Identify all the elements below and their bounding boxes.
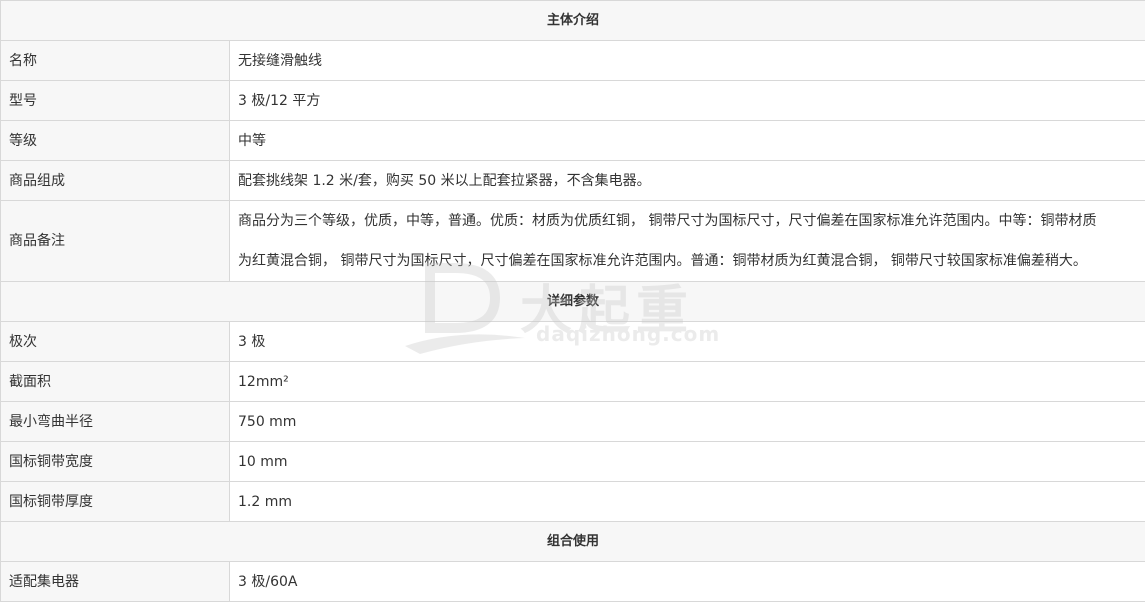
table-row-strip-thickness: 国标铜带厚度 1.2 mm (0, 481, 1145, 522)
section-title-combo: 组合使用 (0, 521, 1145, 562)
row-label-poles: 极次 (0, 321, 230, 362)
remarks-line-2: 为红黄混合铜， 铜带尺寸为国标尺寸，尺寸偏差在国家标准允许范围内。普通：铜带材质… (238, 253, 1087, 269)
row-label-strip-thickness: 国标铜带厚度 (0, 481, 230, 522)
row-value-remarks: 商品分为三个等级，优质，中等，普通。优质：材质为优质红铜， 铜带尺寸为国标尺寸，… (228, 200, 1145, 282)
table-row-name: 名称 无接缝滑触线 (0, 40, 1145, 81)
section-title-intro: 主体介绍 (0, 0, 1145, 41)
table-row-poles: 极次 3 极 (0, 321, 1145, 362)
section-header-intro: 主体介绍 (0, 0, 1145, 41)
row-label-model: 型号 (0, 80, 230, 121)
table-row-section-area: 截面积 12mm² (0, 361, 1145, 402)
remarks-line-1: 商品分为三个等级，优质，中等，普通。优质：材质为优质红铜， 铜带尺寸为国标尺寸，… (238, 213, 1097, 229)
row-value-poles: 3 极 (228, 321, 1145, 362)
row-label-remarks: 商品备注 (0, 200, 230, 282)
row-value-strip-thickness: 1.2 mm (228, 481, 1145, 522)
section-title-params: 详细参数 (0, 281, 1145, 322)
row-value-section-area: 12mm² (228, 361, 1145, 402)
row-value-bend-radius: 750 mm (228, 401, 1145, 442)
row-label-grade: 等级 (0, 120, 230, 161)
row-value-name: 无接缝滑触线 (228, 40, 1145, 81)
row-label-composition: 商品组成 (0, 160, 230, 201)
table-row-grade: 等级 中等 (0, 120, 1145, 161)
row-value-composition: 配套挑线架 1.2 米/套，购买 50 米以上配套拉紧器，不含集电器。 (228, 160, 1145, 201)
row-value-model: 3 极/12 平方 (228, 80, 1145, 121)
table-row-model: 型号 3 极/12 平方 (0, 80, 1145, 121)
row-label-section-area: 截面积 (0, 361, 230, 402)
section-header-combo: 组合使用 (0, 521, 1145, 562)
row-label-collector: 适配集电器 (0, 561, 230, 602)
row-value-grade: 中等 (228, 120, 1145, 161)
row-value-strip-width: 10 mm (228, 441, 1145, 482)
table-row-strip-width: 国标铜带宽度 10 mm (0, 441, 1145, 482)
row-label-strip-width: 国标铜带宽度 (0, 441, 230, 482)
row-label-name: 名称 (0, 40, 230, 81)
table-row-composition: 商品组成 配套挑线架 1.2 米/套，购买 50 米以上配套拉紧器，不含集电器。 (0, 160, 1145, 201)
row-value-collector: 3 极/60A (228, 561, 1145, 602)
table-row-remarks: 商品备注 商品分为三个等级，优质，中等，普通。优质：材质为优质红铜， 铜带尺寸为… (0, 200, 1145, 282)
table-row-bend-radius: 最小弯曲半径 750 mm (0, 401, 1145, 442)
row-label-bend-radius: 最小弯曲半径 (0, 401, 230, 442)
table-row-collector: 适配集电器 3 极/60A (0, 561, 1145, 602)
section-header-params: 详细参数 (0, 281, 1145, 322)
product-spec-table: 主体介绍 名称 无接缝滑触线 型号 3 极/12 平方 等级 中等 商品组成 配… (0, 0, 1145, 602)
